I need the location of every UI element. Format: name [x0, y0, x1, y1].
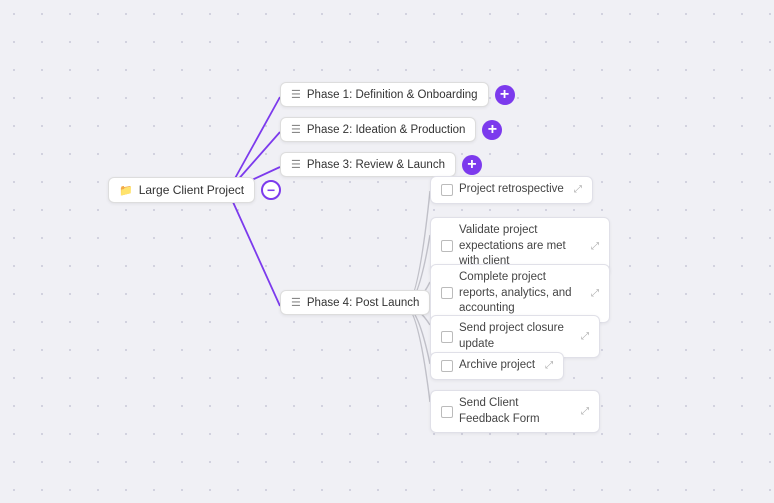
- phase4-icon: ☰: [291, 296, 301, 309]
- task2-expand-icon[interactable]: ⤢: [591, 240, 599, 254]
- task5-checkbox[interactable]: [441, 360, 453, 372]
- task1-box[interactable]: Project retrospective ⤢: [430, 176, 593, 204]
- task6-box[interactable]: Send Client Feedback Form ⤢: [430, 390, 600, 433]
- root-node: 📁 Large Client Project −: [108, 177, 281, 203]
- root-collapse-btn[interactable]: −: [261, 180, 281, 200]
- task5-expand-icon[interactable]: ⤢: [545, 359, 553, 373]
- task5-label: Archive project: [459, 358, 535, 374]
- phase3-box: ☰ Phase 3: Review & Launch: [280, 152, 456, 177]
- phase2-label: Phase 2: Ideation & Production: [307, 124, 466, 136]
- task4-checkbox[interactable]: [441, 331, 453, 343]
- task5-node: Archive project ⤢: [430, 352, 564, 380]
- phase3-add-btn[interactable]: +: [462, 155, 482, 175]
- task6-checkbox[interactable]: [441, 406, 453, 418]
- phase4-label: Phase 4: Post Launch: [307, 297, 420, 309]
- task4-expand-icon[interactable]: ⤢: [581, 330, 589, 344]
- task6-label: Send Client Feedback Form: [459, 396, 571, 427]
- task3-checkbox[interactable]: [441, 287, 453, 299]
- task2-checkbox[interactable]: [441, 240, 453, 252]
- task5-box[interactable]: Archive project ⤢: [430, 352, 564, 380]
- phase3-icon: ☰: [291, 158, 301, 171]
- phase1-add-btn[interactable]: +: [495, 85, 515, 105]
- phase3-label: Phase 3: Review & Launch: [307, 159, 445, 171]
- task1-expand-icon[interactable]: ⤢: [574, 183, 582, 197]
- task3-label: Complete project reports, analytics, and…: [459, 270, 581, 317]
- task3-box[interactable]: Complete project reports, analytics, and…: [430, 264, 610, 323]
- task3-expand-icon[interactable]: ⤢: [591, 287, 599, 301]
- phase2-add-btn[interactable]: +: [482, 120, 502, 140]
- task1-node: Project retrospective ⤢: [430, 176, 593, 204]
- task1-checkbox[interactable]: [441, 184, 453, 196]
- phase1-label: Phase 1: Definition & Onboarding: [307, 89, 478, 101]
- phase1-icon: ☰: [291, 88, 301, 101]
- task3-node: Complete project reports, analytics, and…: [430, 264, 610, 323]
- task1-label: Project retrospective: [459, 182, 564, 198]
- phase2-node: ☰ Phase 2: Ideation & Production +: [280, 117, 502, 142]
- folder-icon: 📁: [119, 184, 133, 197]
- phase2-icon: ☰: [291, 123, 301, 136]
- phase4-box: ☰ Phase 4: Post Launch: [280, 290, 430, 315]
- phase1-node: ☰ Phase 1: Definition & Onboarding +: [280, 82, 515, 107]
- task6-expand-icon[interactable]: ⤢: [581, 405, 589, 419]
- root-label: Large Client Project: [139, 183, 244, 197]
- phase2-box: ☰ Phase 2: Ideation & Production: [280, 117, 476, 142]
- task6-node: Send Client Feedback Form ⤢: [430, 390, 600, 433]
- phase3-node: ☰ Phase 3: Review & Launch +: [280, 152, 482, 177]
- phase1-box: ☰ Phase 1: Definition & Onboarding: [280, 82, 489, 107]
- root-node-box: 📁 Large Client Project: [108, 177, 255, 203]
- task4-label: Send project closure update: [459, 321, 571, 352]
- task2-label: Validate project expectations are met wi…: [459, 223, 581, 270]
